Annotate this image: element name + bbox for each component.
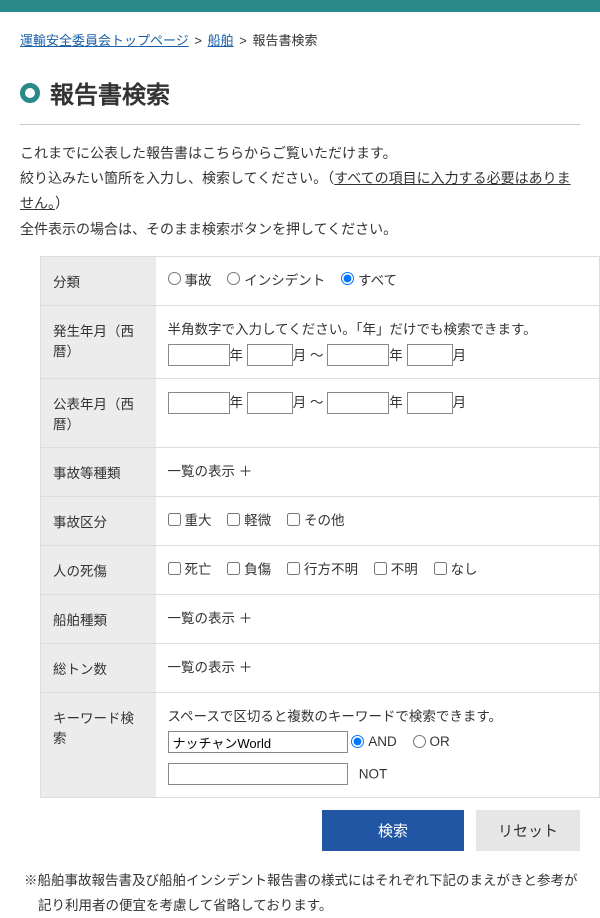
footnote: ※船舶事故報告書及び船舶インシデント報告書の様式にはそれぞれ下記のまえがきと参考… [20, 869, 580, 918]
kohyo-month-to[interactable] [407, 392, 453, 414]
label-bunrui: 分類 [41, 256, 156, 305]
keyword-hint: スペースで区切ると複数のキーワードで検索できます。 [168, 705, 588, 725]
not-label: NOT [359, 767, 388, 782]
page-title: 報告書検索 [20, 75, 580, 110]
radio-and[interactable]: AND [351, 734, 397, 749]
breadcrumb: 運輸安全委員会トップページ > 船舶 > 報告書検索 [20, 12, 580, 75]
check-judai[interactable]: 重大 [168, 509, 212, 529]
search-button[interactable]: 検索 [322, 810, 464, 851]
label-keyword: キーワード検索 [41, 693, 156, 798]
search-form: 分類 事故 インシデント すべて 発生年月（西暦） 半角数字で入力してください。… [40, 256, 600, 799]
label-jikokubun: 事故区分 [41, 497, 156, 546]
hassei-month-to[interactable] [407, 344, 453, 366]
radio-incident[interactable]: インシデント [227, 269, 325, 289]
breadcrumb-category[interactable]: 船舶 [208, 33, 234, 48]
check-fusho[interactable]: 負傷 [227, 558, 271, 578]
check-nashi[interactable]: なし [434, 558, 478, 578]
breadcrumb-home[interactable]: 運輸安全委員会トップページ [20, 33, 189, 48]
expand-jikoshurui[interactable]: 一覧の表示 ＋ [168, 464, 253, 479]
kohyo-year-from[interactable] [168, 392, 230, 414]
breadcrumb-current: 報告書検索 [252, 33, 317, 48]
label-shisho: 人の死傷 [41, 546, 156, 595]
radio-jiko[interactable]: 事故 [168, 269, 212, 289]
circle-icon [20, 83, 40, 103]
check-yukue[interactable]: 行方不明 [287, 558, 358, 578]
topbar [0, 0, 600, 12]
keyword-input[interactable] [168, 731, 348, 753]
hassei-hint: 半角数字で入力してください。「年」だけでも検索できます。 [168, 318, 588, 338]
radio-all[interactable]: すべて [341, 269, 397, 289]
hassei-year-from[interactable] [168, 344, 230, 366]
check-shibo[interactable]: 死亡 [168, 558, 212, 578]
check-sonota[interactable]: その他 [287, 509, 345, 529]
not-input[interactable] [168, 763, 348, 785]
plus-icon: ＋ [239, 660, 253, 675]
expand-ton[interactable]: 一覧の表示 ＋ [168, 660, 253, 675]
label-hassei: 発生年月（西暦） [41, 305, 156, 379]
intro-text: これまでに公表した報告書はこちらからご覧いただけます。 絞り込みたい箇所を入力し… [20, 141, 580, 242]
divider [20, 124, 580, 125]
label-ton: 総トン数 [41, 644, 156, 693]
check-fumei[interactable]: 不明 [374, 558, 418, 578]
check-keibi[interactable]: 軽微 [227, 509, 271, 529]
kohyo-month-from[interactable] [247, 392, 293, 414]
plus-icon: ＋ [239, 464, 253, 479]
hassei-month-from[interactable] [247, 344, 293, 366]
reset-button[interactable]: リセット [476, 810, 580, 851]
kohyo-year-to[interactable] [327, 392, 389, 414]
label-jikoshurui: 事故等種類 [41, 448, 156, 497]
expand-senpaku[interactable]: 一覧の表示 ＋ [168, 611, 253, 626]
hassei-year-to[interactable] [327, 344, 389, 366]
radio-or[interactable]: OR [413, 734, 450, 749]
label-kohyo: 公表年月（西暦） [41, 379, 156, 448]
plus-icon: ＋ [239, 611, 253, 626]
label-senpaku: 船舶種類 [41, 595, 156, 644]
